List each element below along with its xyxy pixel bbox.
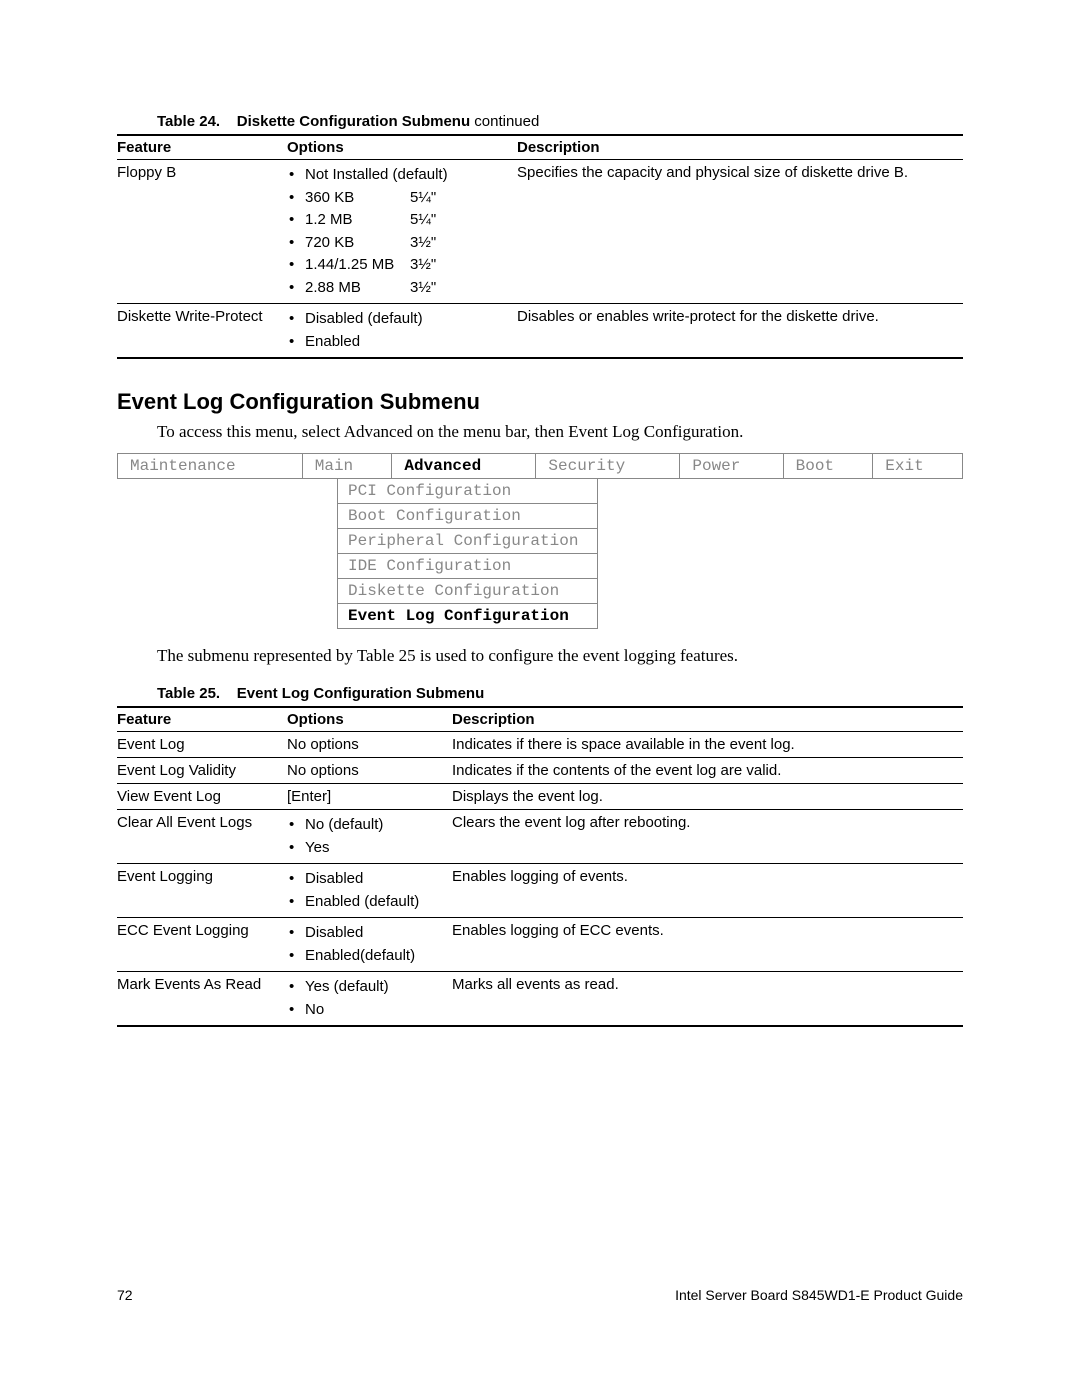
table-row: Floppy B Not Installed (default) 360 KB5…: [117, 160, 963, 304]
menu-item-power: Power: [680, 454, 783, 479]
table25-label: Table 25.: [157, 685, 220, 702]
opt: Disabled: [287, 922, 446, 945]
cell-description: Marks all events as read.: [452, 972, 963, 1027]
submenu: PCI Configuration Boot Configuration Per…: [337, 478, 598, 629]
doc-title: Intel Server Board S845WD1-E Product Gui…: [675, 1287, 963, 1303]
cell-feature: Event Log: [117, 732, 287, 758]
page-number: 72: [117, 1287, 133, 1303]
submenu-item: PCI Configuration: [338, 479, 598, 504]
cell-description: Indicates if there is space available in…: [452, 732, 963, 758]
th-feature: Feature: [117, 707, 287, 732]
menu-item-maintenance: Maintenance: [118, 454, 303, 479]
table24: Feature Options Description Floppy B Not…: [117, 134, 963, 359]
opt-dim: 5¼": [410, 211, 436, 228]
cell-description: Enables logging of events.: [452, 864, 963, 918]
bios-menu-diagram: Maintenance Main Advanced Security Power…: [117, 453, 963, 629]
opt-size: 1.2 MB: [305, 209, 410, 232]
menu-item-security: Security: [536, 454, 680, 479]
cell-description: Enables logging of ECC events.: [452, 918, 963, 972]
cell-feature: Clear All Event Logs: [117, 810, 287, 864]
opt: Enabled (default): [287, 891, 446, 914]
submenu-item: Peripheral Configuration: [338, 529, 598, 554]
page-footer: 72 Intel Server Board S845WD1-E Product …: [117, 1287, 963, 1303]
table24-label: Table 24.: [157, 113, 220, 130]
cell-feature: Floppy B: [117, 160, 287, 304]
cell-description: Displays the event log.: [452, 784, 963, 810]
opt: No (default): [287, 814, 446, 837]
opt: Enabled(default): [287, 945, 446, 968]
th-feature: Feature: [117, 135, 287, 160]
cell-feature: Event Logging: [117, 864, 287, 918]
opt-dim: 3½": [410, 256, 436, 273]
cell-options: Not Installed (default) 360 KB5¼" 1.2 MB…: [287, 160, 517, 304]
opt: Yes (default): [287, 976, 446, 999]
opt-dim: 3½": [410, 279, 436, 296]
th-description: Description: [517, 135, 963, 160]
opt-size: Not Installed (default): [305, 164, 448, 187]
cell-options: No (default) Yes: [287, 810, 452, 864]
cell-options: Disabled Enabled (default): [287, 864, 452, 918]
menu-item-exit: Exit: [873, 454, 963, 479]
submenu-item: IDE Configuration: [338, 554, 598, 579]
cell-description: Clears the event log after rebooting.: [452, 810, 963, 864]
menu-item-main: Main: [302, 454, 392, 479]
opt-size: 2.88 MB: [305, 277, 410, 300]
opt-size: 360 KB: [305, 187, 410, 210]
post-menu-paragraph: The submenu represented by Table 25 is u…: [117, 645, 963, 667]
opt: Yes: [287, 837, 446, 860]
submenu-item: Diskette Configuration: [338, 579, 598, 604]
opt-dim: 5¼": [410, 189, 436, 206]
cell-feature: Diskette Write-Protect: [117, 304, 287, 359]
cell-options: Yes (default) No: [287, 972, 452, 1027]
menu-item-advanced: Advanced: [392, 454, 536, 479]
cell-feature: ECC Event Logging: [117, 918, 287, 972]
table-row: Event Logging Disabled Enabled (default)…: [117, 864, 963, 918]
table-row: Event Log Validity No options Indicates …: [117, 758, 963, 784]
table-row: View Event Log [Enter] Displays the even…: [117, 784, 963, 810]
opt: Disabled (default): [287, 308, 511, 331]
cell-options: Disabled Enabled(default): [287, 918, 452, 972]
table24-caption: Table 24. Diskette Configuration Submenu…: [117, 113, 963, 130]
opt: Enabled: [287, 331, 511, 354]
table-row: ECC Event Logging Disabled Enabled(defau…: [117, 918, 963, 972]
page-content: Table 24. Diskette Configuration Submenu…: [0, 0, 1080, 1353]
cell-options: [Enter]: [287, 784, 452, 810]
cell-description: Disables or enables write-protect for th…: [517, 304, 963, 359]
opt-dim: 3½": [410, 234, 436, 251]
table25: Feature Options Description Event Log No…: [117, 706, 963, 1027]
section-heading: Event Log Configuration Submenu: [117, 389, 963, 415]
table-row: Mark Events As Read Yes (default) No Mar…: [117, 972, 963, 1027]
menu-item-boot: Boot: [783, 454, 873, 479]
submenu-item: Boot Configuration: [338, 504, 598, 529]
cell-options: Disabled (default) Enabled: [287, 304, 517, 359]
table-row: Event Log No options Indicates if there …: [117, 732, 963, 758]
th-options: Options: [287, 135, 517, 160]
th-options: Options: [287, 707, 452, 732]
cell-options: No options: [287, 758, 452, 784]
cell-description: Indicates if the contents of the event l…: [452, 758, 963, 784]
table-row: Diskette Write-Protect Disabled (default…: [117, 304, 963, 359]
cell-feature: Event Log Validity: [117, 758, 287, 784]
cell-feature: Mark Events As Read: [117, 972, 287, 1027]
opt-size: 1.44/1.25 MB: [305, 254, 410, 277]
opt-size: 720 KB: [305, 232, 410, 255]
intro-paragraph: To access this menu, select Advanced on …: [117, 421, 963, 443]
cell-feature: View Event Log: [117, 784, 287, 810]
table-row: Clear All Event Logs No (default) Yes Cl…: [117, 810, 963, 864]
table25-caption: Table 25. Event Log Configuration Submen…: [117, 685, 963, 702]
th-description: Description: [452, 707, 963, 732]
menubar: Maintenance Main Advanced Security Power…: [117, 453, 963, 479]
table25-title: Event Log Configuration Submenu: [237, 685, 485, 702]
cell-description: Specifies the capacity and physical size…: [517, 160, 963, 304]
cell-options: No options: [287, 732, 452, 758]
table24-title: Diskette Configuration Submenu: [237, 113, 470, 130]
opt: Disabled: [287, 868, 446, 891]
table24-cont: continued: [470, 113, 539, 130]
submenu-item-active: Event Log Configuration: [338, 604, 598, 629]
opt: No: [287, 999, 446, 1022]
